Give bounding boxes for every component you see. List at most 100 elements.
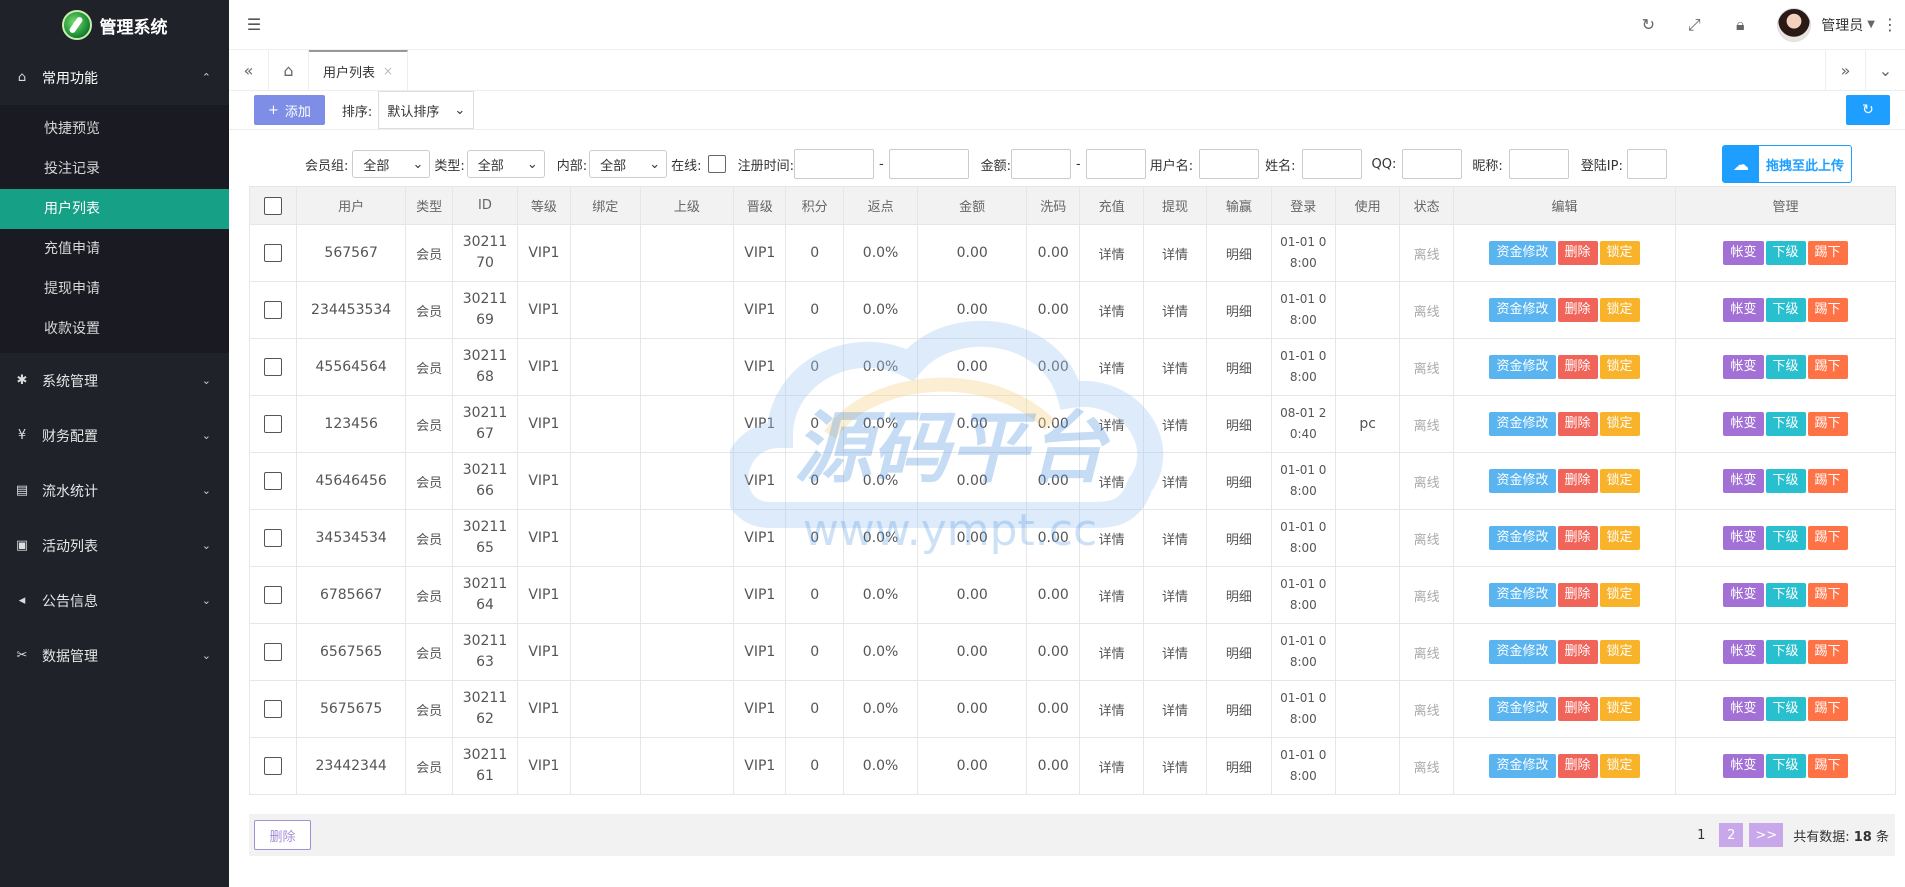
downline-button[interactable]: 下级 <box>1765 298 1806 322</box>
refresh-icon[interactable]: ↻ <box>1625 15 1671 34</box>
kick-button[interactable]: 踢下 <box>1807 526 1848 550</box>
page-2-current[interactable]: 2 <box>1719 823 1744 847</box>
withdraw-detail-link[interactable]: 详情 <box>1142 395 1208 453</box>
delete-button[interactable]: 删除 <box>1557 640 1598 664</box>
account-change-button[interactable]: 帐变 <box>1723 412 1764 436</box>
recharge-detail-link[interactable]: 详情 <box>1079 452 1144 510</box>
next-page-button[interactable]: >> <box>1749 823 1784 847</box>
delete-button[interactable]: 删除 <box>1557 583 1598 607</box>
batch-delete-button[interactable]: 删除 <box>254 820 311 850</box>
winloss-detail-link[interactable]: 明细 <box>1206 395 1272 453</box>
nickname-input[interactable] <box>1508 149 1569 179</box>
sort-select[interactable]: 默认排序 ⌄ <box>378 91 475 129</box>
downline-button[interactable]: 下级 <box>1765 412 1806 436</box>
edit-funds-button[interactable]: 资金修改 <box>1489 526 1556 550</box>
fullscreen-icon[interactable]: ⤢ <box>1671 15 1717 35</box>
delete-button[interactable]: 删除 <box>1557 754 1598 778</box>
kick-button[interactable]: 踢下 <box>1807 355 1848 379</box>
add-button[interactable]: + 添加 <box>254 95 325 125</box>
sidebar-item[interactable]: 提现申请 <box>0 269 229 309</box>
kick-button[interactable]: 踢下 <box>1807 469 1848 493</box>
tab-close-icon[interactable]: × <box>383 64 393 78</box>
account-change-button[interactable]: 帐变 <box>1723 754 1764 778</box>
sidebar-item[interactable]: 用户列表 <box>0 189 229 229</box>
reg-time-start-input[interactable] <box>793 149 874 179</box>
edit-funds-button[interactable]: 资金修改 <box>1489 412 1556 436</box>
row-checkbox[interactable] <box>264 529 283 547</box>
downline-button[interactable]: 下级 <box>1765 640 1806 664</box>
sidebar-item[interactable]: 充值申请 <box>0 229 229 269</box>
collapse-sidebar-icon[interactable]: ☰ <box>229 15 279 34</box>
drag-upload-button[interactable]: ☁ 拖拽至此上传 <box>1722 145 1852 183</box>
lock-button[interactable]: 锁定 <box>1599 412 1640 436</box>
winloss-detail-link[interactable]: 明细 <box>1206 338 1272 396</box>
kick-button[interactable]: 踢下 <box>1807 640 1848 664</box>
row-checkbox[interactable] <box>264 358 283 376</box>
downline-button[interactable]: 下级 <box>1765 526 1806 550</box>
lock-button[interactable]: 锁定 <box>1599 241 1640 265</box>
sidebar-group-header[interactable]: ◂ 公告信息 ⌄ <box>0 573 229 628</box>
tabs-scroll-right-icon[interactable]: » <box>1825 50 1865 90</box>
amount-max-input[interactable] <box>1085 149 1146 179</box>
recharge-detail-link[interactable]: 详情 <box>1079 737 1144 795</box>
more-vertical-icon[interactable]: ⋮ <box>1875 15 1905 34</box>
edit-funds-button[interactable]: 资金修改 <box>1489 583 1556 607</box>
delete-button[interactable]: 删除 <box>1557 412 1598 436</box>
withdraw-detail-link[interactable]: 详情 <box>1142 224 1208 282</box>
downline-button[interactable]: 下级 <box>1765 754 1806 778</box>
lock-button[interactable]: 锁定 <box>1599 697 1640 721</box>
withdraw-detail-link[interactable]: 详情 <box>1142 737 1208 795</box>
kick-button[interactable]: 踢下 <box>1807 298 1848 322</box>
row-checkbox[interactable] <box>264 586 283 604</box>
login-ip-input[interactable] <box>1626 149 1667 179</box>
account-change-button[interactable]: 帐变 <box>1723 526 1764 550</box>
account-change-button[interactable]: 帐变 <box>1723 298 1764 322</box>
kick-button[interactable]: 踢下 <box>1807 241 1848 265</box>
downline-button[interactable]: 下级 <box>1765 469 1806 493</box>
recharge-detail-link[interactable]: 详情 <box>1079 224 1144 282</box>
row-checkbox[interactable] <box>264 643 283 661</box>
edit-funds-button[interactable]: 资金修改 <box>1489 241 1556 265</box>
tabs-menu-chevron-icon[interactable]: ⌄ <box>1865 50 1905 90</box>
row-checkbox[interactable] <box>264 472 283 490</box>
account-change-button[interactable]: 帐变 <box>1723 640 1764 664</box>
username-input[interactable] <box>1199 149 1260 179</box>
member-group-select[interactable]: 全部 ⌄ <box>352 150 431 178</box>
recharge-detail-link[interactable]: 详情 <box>1079 566 1144 624</box>
withdraw-detail-link[interactable]: 详情 <box>1142 623 1208 681</box>
account-change-button[interactable]: 帐变 <box>1723 583 1764 607</box>
type-select[interactable]: 全部 ⌄ <box>466 150 545 178</box>
sidebar-group-header[interactable]: ▣ 活动列表 ⌄ <box>0 518 229 573</box>
lock-button[interactable]: 锁定 <box>1599 355 1640 379</box>
lock-button[interactable]: 锁定 <box>1599 640 1640 664</box>
downline-button[interactable]: 下级 <box>1765 697 1806 721</box>
edit-funds-button[interactable]: 资金修改 <box>1489 298 1556 322</box>
lock-button[interactable]: 锁定 <box>1599 298 1640 322</box>
recharge-detail-link[interactable]: 详情 <box>1079 338 1144 396</box>
lock-button[interactable]: 锁定 <box>1599 754 1640 778</box>
downline-button[interactable]: 下级 <box>1765 355 1806 379</box>
withdraw-detail-link[interactable]: 详情 <box>1142 452 1208 510</box>
amount-min-input[interactable] <box>1011 149 1072 179</box>
lock-button[interactable]: 锁定 <box>1599 526 1640 550</box>
sidebar-item[interactable]: 投注记录 <box>0 149 229 189</box>
lock-button[interactable]: 锁定 <box>1599 583 1640 607</box>
winloss-detail-link[interactable]: 明细 <box>1206 452 1272 510</box>
winloss-detail-link[interactable]: 明细 <box>1206 509 1272 567</box>
lock-icon[interactable]: 🔒︎ <box>1717 15 1763 35</box>
delete-button[interactable]: 删除 <box>1557 241 1598 265</box>
sidebar-group-header[interactable]: ▤ 流水统计 ⌄ <box>0 463 229 518</box>
kick-button[interactable]: 踢下 <box>1807 412 1848 436</box>
recharge-detail-link[interactable]: 详情 <box>1079 281 1144 339</box>
account-change-button[interactable]: 帐变 <box>1723 469 1764 493</box>
recharge-detail-link[interactable]: 详情 <box>1079 509 1144 567</box>
recharge-detail-link[interactable]: 详情 <box>1079 680 1144 738</box>
winloss-detail-link[interactable]: 明细 <box>1206 623 1272 681</box>
account-change-button[interactable]: 帐变 <box>1723 241 1764 265</box>
edit-funds-button[interactable]: 资金修改 <box>1489 640 1556 664</box>
select-all-checkbox[interactable] <box>264 196 283 215</box>
lock-button[interactable]: 锁定 <box>1599 469 1640 493</box>
withdraw-detail-link[interactable]: 详情 <box>1142 281 1208 339</box>
row-checkbox[interactable] <box>264 757 283 775</box>
recharge-detail-link[interactable]: 详情 <box>1079 623 1144 681</box>
